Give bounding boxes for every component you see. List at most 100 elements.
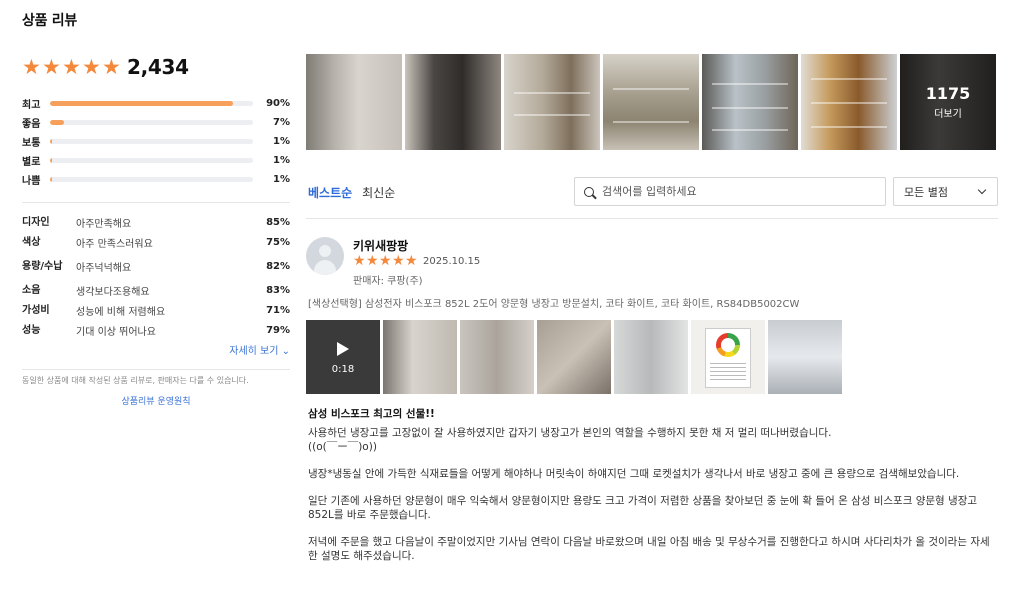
rating-dist-label: 최고 [22,100,41,111]
rating-distribution: 최고 90% 좋음 7% 보통 1% 별로 1% 나쁨 1% [22,94,290,189]
rating-dist-pct: 90% [266,98,290,109]
rating-dist-label: 나쁨 [22,176,41,187]
review-photo-thumb[interactable] [691,320,765,394]
attribute-value: 아주넉넉해요 [76,263,132,274]
review-author: 키위새팡팡 [353,239,409,253]
energy-grade-dial [716,333,740,357]
star-filter-select[interactable]: 모든 별점 [893,177,998,206]
attribute-value: 아주만족해요 [76,219,132,230]
rating-dist-row[interactable]: 최고 90% [22,94,290,113]
review-paragraph: 일단 기존에 사용하던 양문형이 매우 익숙해서 양문형이지만 용량도 크고 가… [308,495,978,521]
gallery-photo[interactable] [504,54,600,150]
rating-dist-bar [50,139,253,144]
star-icon: ★ [379,253,392,269]
rating-dist-pct: 1% [273,136,290,147]
search-icon [584,186,594,197]
star-icon: ★ [22,54,41,79]
chevron-down-icon [977,185,987,195]
rating-dist-row[interactable]: 좋음 7% [22,113,290,132]
page-title: 상품 리뷰 [22,13,77,29]
review-paragraph: 냉장*냉동실 안에 가득한 식재료들을 어떻게 해야하나 머릿속이 하얘지던 그… [308,468,960,480]
review-paragraph: ((o(￣ー￣)o)) [308,441,377,453]
rating-dist-row[interactable]: 나쁨 1% [22,170,290,189]
sort-tabs: 베스트순 최신순 [308,184,395,201]
rating-dist-bar [50,158,253,163]
rating-dist-bar [50,120,253,125]
attribute-pct: 82% [266,261,290,272]
divider [22,369,290,370]
attribute-name: 디자인 [22,216,50,228]
attribute-value: 아주 만족스러워요 [76,239,153,250]
review-body: 삼성 비스포크 최고의 선물!! 사용하던 냉장고를 고장없이 잘 사용하였지만… [308,407,998,576]
gallery-more-photos[interactable]: 1175 더보기 [900,54,996,150]
review-paragraph: 사용하던 냉장고를 고장없이 잘 사용하였지만 갑자기 냉장고가 본인의 역할을… [308,427,832,439]
chevron-down-icon: ⌄ [278,346,290,357]
rating-dist-fill [50,158,53,163]
review-photo-thumb[interactable] [768,320,842,394]
gallery-photo[interactable] [801,54,897,150]
review-total-count: 2,434 [127,55,189,79]
overall-stars: ★ ★ ★ ★ ★ [22,54,121,79]
attribute-name: 용량/수납 [22,260,63,272]
rating-dist-row[interactable]: 보통 1% [22,132,290,151]
rating-dist-row[interactable]: 별로 1% [22,151,290,170]
star-icon: ★ [82,54,101,79]
review-product-option: [색상선택형] 삼성전자 비스포크 852L 2도어 양문형 냉장고 방문설치,… [308,299,800,310]
star-icon: ★ [366,253,379,269]
sort-best-tab[interactable]: 베스트순 [308,184,352,201]
star-icon: ★ [392,253,405,269]
rating-dist-fill [50,101,233,106]
review-media: 0:18 [306,320,842,394]
video-duration: 0:18 [331,364,355,375]
review-seller: 판매자: 쿠팡(주) [353,276,423,287]
rating-dist-label: 좋음 [22,119,41,130]
rating-dist-bar [50,177,253,182]
more-photos-label: 더보기 [934,109,962,120]
more-photos-count: 1175 [925,84,971,103]
star-icon: ★ [62,54,81,79]
attribute-value: 생각보다조용해요 [76,287,150,298]
avatar [306,237,344,275]
see-more-label: 자세히 보기 [229,346,279,357]
attribute-row: 용량/수납 아주넉넉해요 82% [22,253,290,280]
attribute-row: 소음 생각보다조용해요 83% [22,281,290,300]
rating-dist-pct: 1% [273,174,290,185]
review-rating: ★ ★ ★ ★ ★ 2025.10.15 [353,253,480,269]
review-policy-link[interactable]: 상품리뷰 운영원칙 [22,394,290,407]
gallery-photo[interactable] [405,54,501,150]
review-photo-thumb[interactable] [614,320,688,394]
attribute-pct: 71% [266,305,290,316]
star-icon: ★ [353,253,366,269]
gallery-photo[interactable] [603,54,699,150]
sort-recent-tab[interactable]: 최신순 [362,184,395,201]
rating-summary-panel: ★ ★ ★ ★ ★ 2,434 최고 90% 좋음 7% 보통 1% 별로 1% [22,52,290,407]
overall-rating: ★ ★ ★ ★ ★ 2,434 [22,52,290,82]
review-search-box[interactable] [574,177,886,206]
more-photos-overlay: 1175 더보기 [900,54,996,150]
play-icon [337,342,349,356]
attribute-pct: 85% [266,217,290,228]
divider [306,218,998,219]
attribute-ratings: 디자인 아주만족해요 85% 색상 아주 만족스러워요 75% 용량/수납 아주… [22,213,290,340]
review-search-input[interactable] [602,185,862,198]
rating-dist-fill [50,139,53,144]
rating-dist-pct: 1% [273,155,290,166]
attribute-value: 성능에 비해 저렴해요 [76,307,166,318]
review-notice: 동일한 상품에 대해 작성된 상품 리뷰로, 판매자는 다를 수 있습니다. [22,376,249,385]
rating-dist-fill [50,120,65,125]
star-icon: ★ [102,54,121,79]
review-photo-thumb[interactable] [537,320,611,394]
rating-dist-label: 별로 [22,157,41,168]
attribute-row: 디자인 아주만족해요 85% [22,213,290,232]
attribute-name: 소음 [22,284,41,296]
see-more-link[interactable]: 자세히 보기 ⌄ [22,342,290,357]
gallery-photo[interactable] [702,54,798,150]
attribute-row: 가성비 성능에 비해 저렴해요 71% [22,301,290,320]
star-icon: ★ [405,253,418,269]
review-photo-thumb[interactable] [460,320,534,394]
review-photo-thumb[interactable] [383,320,457,394]
attribute-pct: 75% [266,237,290,248]
review-video-thumb[interactable]: 0:18 [306,320,380,394]
divider [22,202,290,203]
gallery-photo[interactable] [306,54,402,150]
